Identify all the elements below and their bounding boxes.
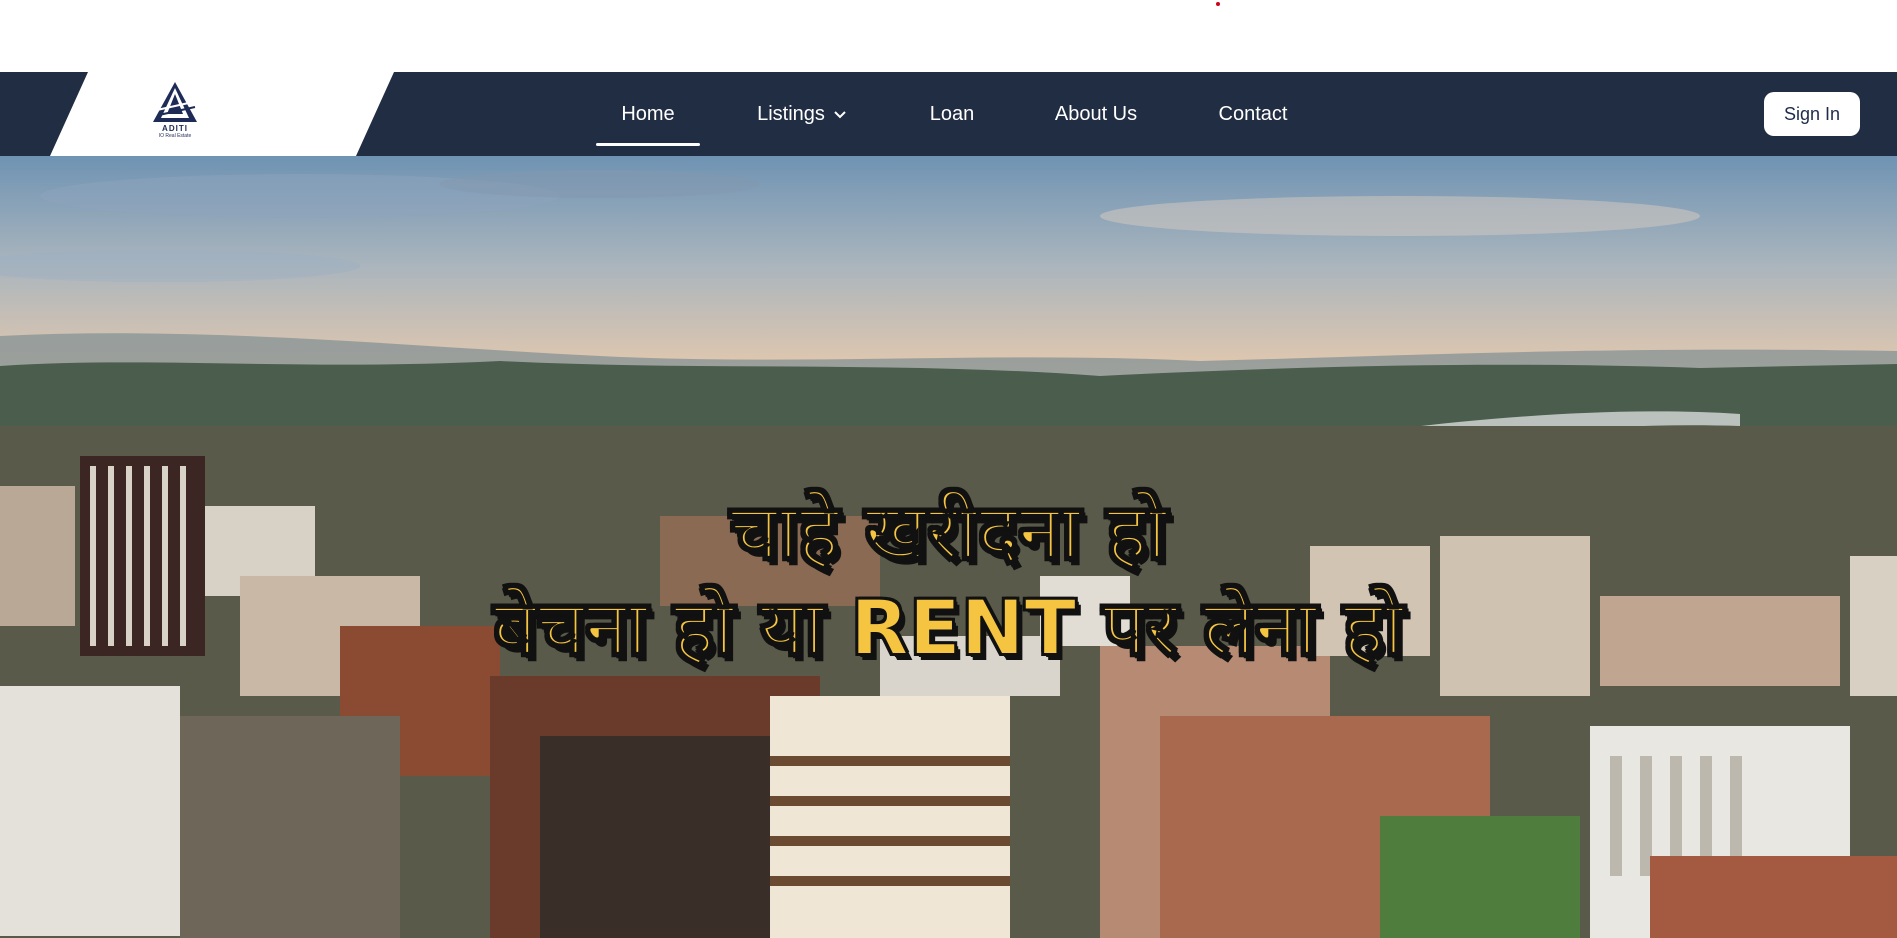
nav-home-label: Home: [621, 102, 675, 125]
nav-about-us[interactable]: About Us: [1046, 72, 1146, 156]
hero-headline: चाहे खरीदना हो बेचना हो या RENT पर लेना …: [0, 486, 1897, 678]
hero-line-1: चाहे खरीदना हो: [729, 486, 1167, 577]
nav-loan[interactable]: Loan: [920, 72, 984, 156]
hero-line-2: बेचना हो या RENT पर लेना हो: [493, 582, 1405, 673]
nav-about-us-label: About Us: [1054, 102, 1138, 125]
top-bar: [0, 0, 1897, 72]
main-navbar: ADITI IO Real Estate Home Listings Loan …: [0, 72, 1897, 156]
nav-contact[interactable]: Contact: [1208, 72, 1298, 156]
nav-listings[interactable]: Listings: [752, 72, 852, 156]
sign-in-button[interactable]: Sign In: [1764, 92, 1860, 136]
chevron-down-icon: [833, 103, 847, 126]
nav-contact-label: Contact: [1218, 102, 1288, 125]
nav-links: Home Listings Loan About Us Contact: [0, 72, 1897, 156]
nav-loan-label: Loan: [929, 102, 975, 125]
hero-banner: चाहे खरीदना हो बेचना हो या RENT पर लेना …: [0, 156, 1897, 938]
red-dot: [1216, 2, 1220, 6]
nav-home[interactable]: Home: [596, 72, 700, 156]
nav-listings-label: Listings: [757, 102, 825, 125]
